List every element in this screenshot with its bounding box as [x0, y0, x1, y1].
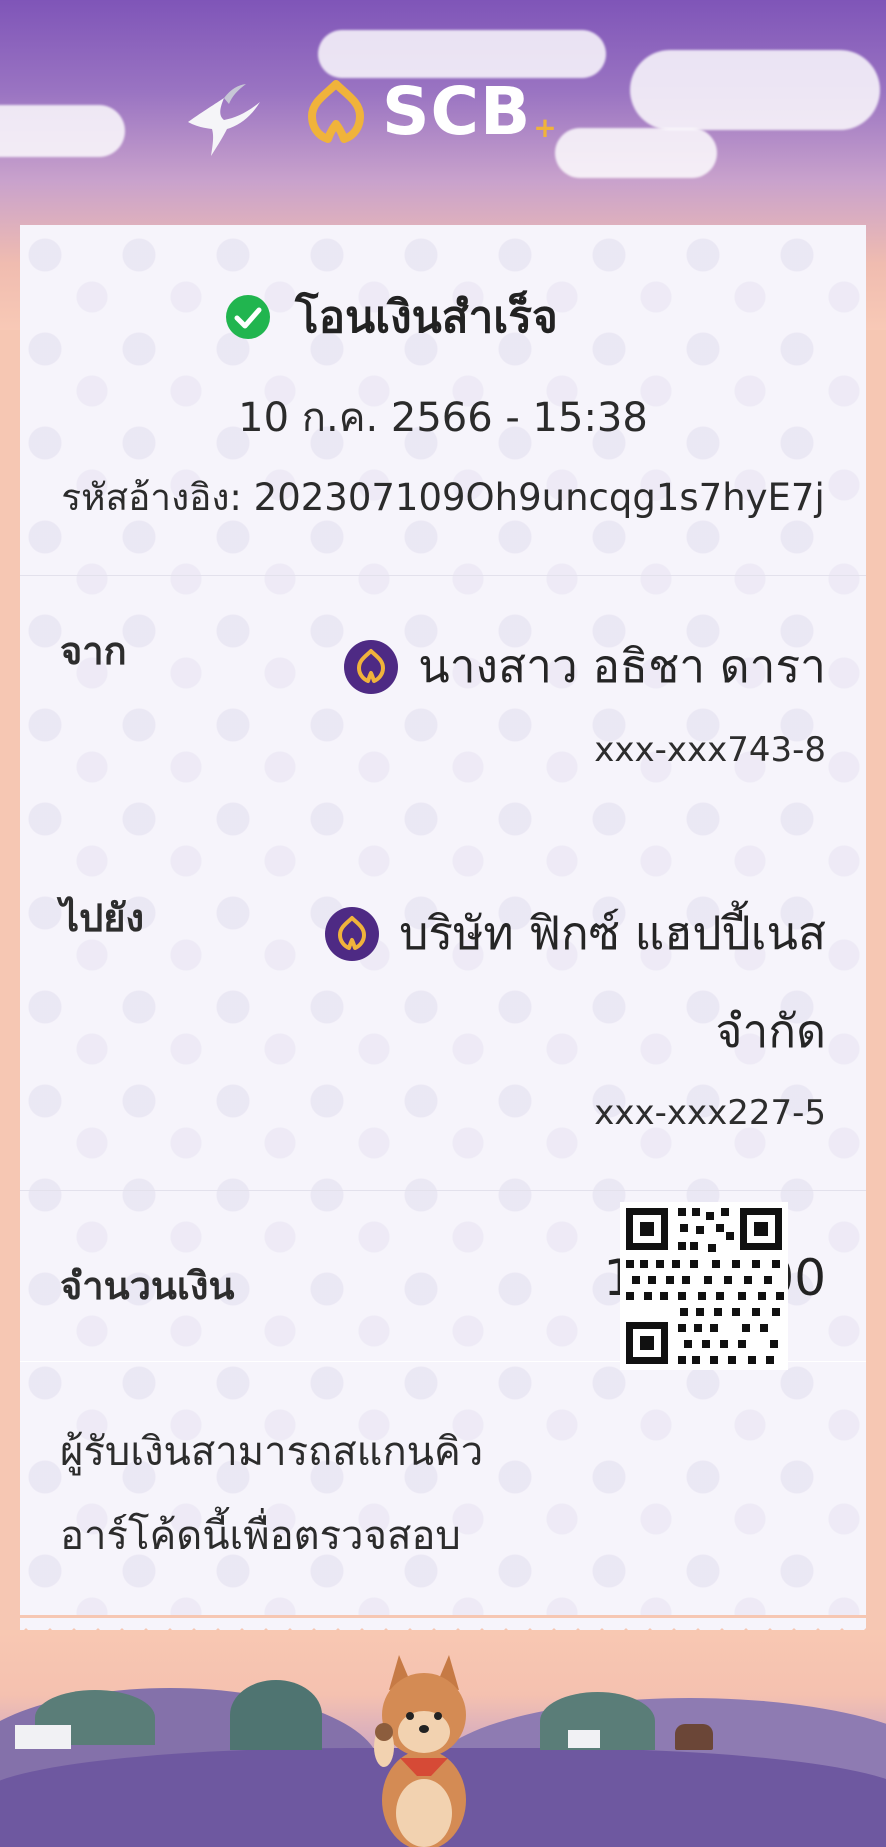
- header: SCB +: [0, 0, 886, 220]
- divider: [20, 1190, 866, 1191]
- to-label: ไปยัง: [60, 896, 145, 940]
- dog-illustration: [374, 1655, 466, 1847]
- from-party: นางสาว อธิชา ดารา: [342, 630, 826, 703]
- from-label: จาก: [60, 629, 127, 673]
- from-account: xxx-xxx743-8: [594, 730, 826, 770]
- qr-note: ผู้รับเงินสามารถสแกนคิว อาร์โค้ดนี้เพื่อ…: [60, 1410, 530, 1578]
- divider: [20, 575, 866, 576]
- transaction-datetime: 10 ก.ค. 2566 - 15:38: [238, 395, 648, 441]
- scb-bank-icon: [325, 906, 380, 961]
- brand-plus: +: [533, 110, 557, 144]
- qr-note-line-2: อาร์โค้ดนี้เพื่อตรวจสอบ: [60, 1513, 461, 1559]
- status-row: โอนเงินสำเร็จ: [225, 282, 558, 352]
- to-name-line2: จำกัด: [715, 1004, 826, 1058]
- from-name: นางสาว อธิชา ดารา: [418, 639, 826, 693]
- bird-icon: [188, 84, 260, 156]
- amount-label: จำนวนเงิน: [60, 1264, 235, 1308]
- qr-code-icon: [620, 1202, 788, 1370]
- qr-note-line-1: ผู้รับเงินสามารถสแกนคิว: [60, 1429, 484, 1475]
- scb-bank-icon: [344, 639, 399, 694]
- tree-cluster-right: [230, 1680, 322, 1750]
- to-name: บริษัท ฟิกซ์ แฮปปี้เนส: [399, 906, 826, 960]
- reference-number: รหัสอ้างอิง: 202307109Oh9uncqg1s7hyE7j: [61, 476, 825, 519]
- brand-text: SCB: [382, 73, 532, 150]
- scb-logo-icon: [308, 80, 364, 143]
- to-account: xxx-xxx227-5: [594, 1093, 826, 1133]
- to-party: บริษัท ฟิกซ์ แฮปปี้เนส: [323, 897, 826, 970]
- horse-illustration: [675, 1724, 713, 1750]
- status-title: โอนเงินสำเร็จ: [295, 292, 558, 343]
- house-left: [15, 1725, 71, 1749]
- check-circle-icon: [226, 295, 270, 339]
- house-right: [568, 1730, 600, 1748]
- transfer-receipt: โอนเงินสำเร็จ 10 ก.ค. 2566 - 15:38 รหัสอ…: [20, 225, 866, 1615]
- scb-logo: SCB +: [300, 72, 600, 152]
